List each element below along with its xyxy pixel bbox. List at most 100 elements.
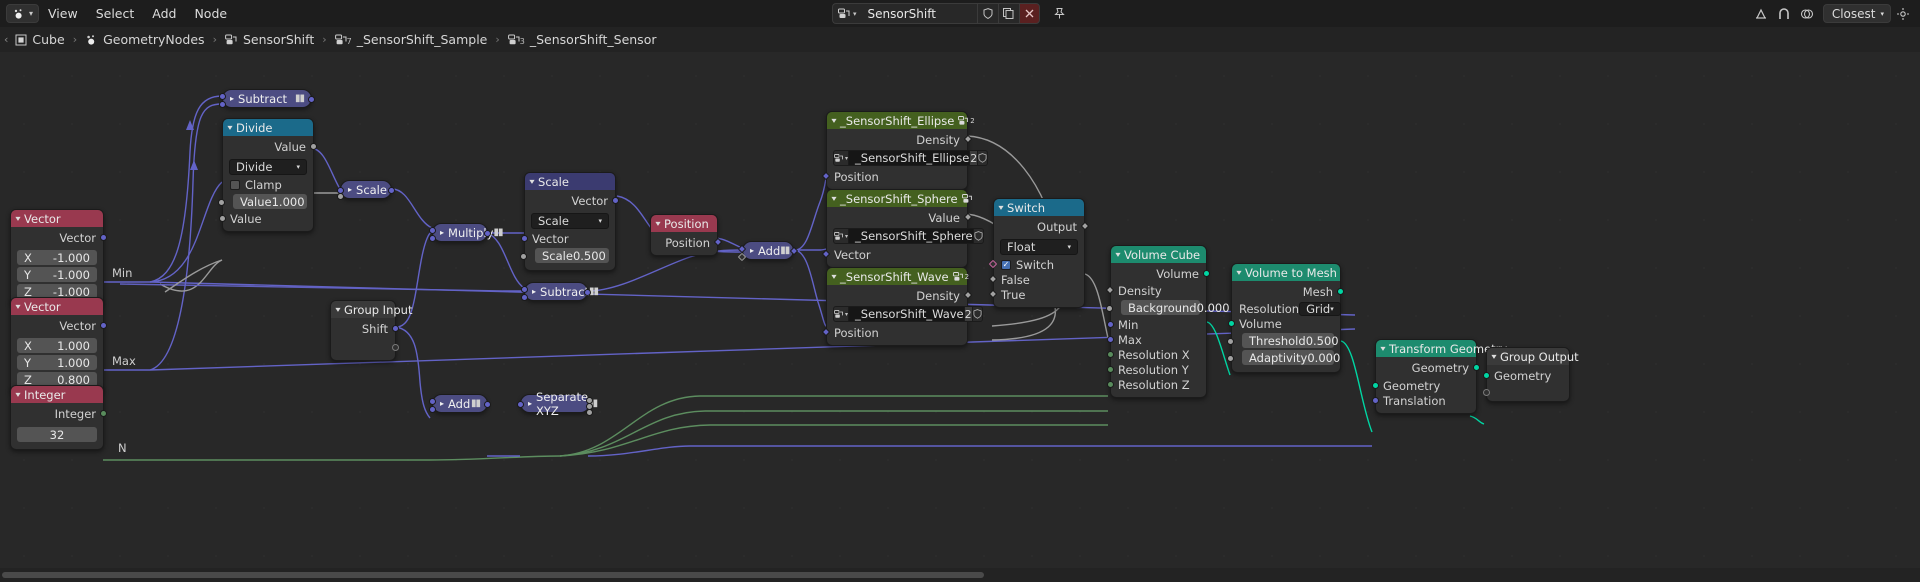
shield-icon[interactable] (978, 150, 989, 166)
chevron-down-icon[interactable]: ▾ (15, 390, 20, 399)
snap-magnet-icon[interactable] (1773, 2, 1796, 25)
unlink-datablock-button[interactable] (1018, 3, 1040, 24)
object-name-field[interactable]: _SensorShift_Ellipse (849, 150, 971, 166)
socket-input-value-1[interactable] (218, 199, 225, 206)
node-scale-vector[interactable]: ▾ Scale Vector Scale ▾ Vector Scale 0.50… (520, 172, 619, 271)
socket-input-b[interactable] (429, 235, 436, 242)
socket-input-b[interactable] (219, 101, 226, 108)
shield-icon[interactable] (972, 306, 983, 322)
resolution-row[interactable]: Resolution Grid ▾ (1232, 301, 1341, 316)
socket-input-adaptivity[interactable] (1227, 355, 1234, 362)
snap-mode-dropdown[interactable]: Closest ▾ (1822, 4, 1891, 23)
chevron-down-icon[interactable]: ▾ (831, 194, 836, 203)
object-name-field[interactable]: _SensorShift_Sphere (849, 228, 974, 244)
node-header[interactable]: ▾ Volume to Mesh (1232, 264, 1340, 281)
node-header[interactable]: ▾ Transform Geometry (1376, 340, 1507, 357)
socket-input-resolution-y[interactable] (1107, 366, 1114, 373)
socket-input-position[interactable] (821, 171, 831, 181)
breadcrumb-item-nodetree[interactable]: SensorShift (225, 32, 314, 47)
socket-input-true[interactable] (988, 289, 998, 299)
node-sensorshift-wave[interactable]: ▾ _SensorShift_Wave 2 Density ▾ _SensorS… (821, 267, 983, 346)
socket-input-geometry[interactable] (1483, 372, 1490, 379)
socket-input-geometry[interactable] (1372, 382, 1379, 389)
switch-checkbox[interactable]: ✓ (1001, 259, 1011, 270)
field-integer-value[interactable]: 32 (17, 427, 97, 442)
node-add-bottom[interactable]: ▸ Add ▮▮ (429, 394, 491, 413)
socket-input-a[interactable] (521, 286, 528, 293)
socket-input-false[interactable] (988, 274, 998, 284)
chevron-down-icon[interactable]: ▾ (1380, 344, 1385, 353)
socket-input-b[interactable] (521, 294, 528, 301)
socket-input-vector[interactable] (821, 249, 831, 259)
chevron-down-icon[interactable]: ▾ (831, 272, 836, 281)
node-canvas[interactable]: Min Max N ▾ Vector Vector X -1.000 Y -1.… (0, 52, 1920, 568)
socket-input-density[interactable] (1105, 285, 1115, 295)
node-sensorshift-ellipse[interactable]: ▾ _SensorShift_Ellipse 2 Density ▾ _Sens… (821, 111, 989, 190)
node-header[interactable]: ▾ _SensorShift_Sphere (827, 190, 972, 207)
socket-output[interactable] (1080, 221, 1090, 231)
socket-input-a[interactable] (219, 93, 226, 100)
node-integer[interactable]: ▾ Integer Integer 32 (10, 385, 107, 450)
socket-output-shift[interactable] (392, 325, 399, 332)
datablock-name-input[interactable]: SensorShift (861, 3, 977, 24)
breadcrumb-back-icon[interactable]: ‹ (4, 33, 8, 46)
clamp-checkbox-row[interactable]: Clamp (223, 177, 313, 192)
overlay-icon[interactable] (1796, 2, 1819, 25)
users-count[interactable]: 2 (964, 306, 973, 322)
editor-type-selector[interactable]: ▾ (6, 4, 40, 23)
resolution-dropdown[interactable]: Grid ▾ (1299, 301, 1341, 316)
browse-nodegroup-icon[interactable]: ▾ (833, 228, 850, 244)
socket-output-integer[interactable] (100, 410, 107, 417)
node-header[interactable]: ▾ Divide (223, 119, 313, 136)
shield-icon[interactable] (973, 228, 984, 244)
socket-input-position[interactable] (821, 327, 831, 337)
field-value-1[interactable]: Value 1.000 (233, 194, 307, 209)
chevron-right-icon[interactable]: ▸ (440, 399, 444, 408)
menu-select[interactable]: Select (87, 0, 144, 27)
options-icon[interactable] (1891, 2, 1914, 25)
socket-output-z[interactable] (586, 409, 593, 416)
socket-input-a[interactable] (429, 398, 436, 405)
chevron-down-icon[interactable]: ▾ (998, 203, 1003, 212)
socket-output-vector[interactable] (612, 197, 619, 204)
node-scale-small[interactable]: ▸ Scale (337, 180, 395, 200)
node-vector-max[interactable]: ▾ Vector Vector X 1.000 Y 1.000 Z 0.800 (10, 297, 107, 395)
socket-output-volume[interactable] (1203, 270, 1210, 277)
field-background[interactable]: Background 0.000 (1121, 300, 1230, 315)
socket-input-threshold[interactable] (1227, 338, 1234, 345)
socket-output[interactable] (308, 96, 315, 103)
socket-input-value-2[interactable] (219, 215, 226, 222)
socket-input-switch[interactable] (988, 259, 998, 269)
object-selector[interactable]: ▾ _SensorShift_Sphere (833, 228, 984, 244)
node-volume-cube[interactable]: ▾ Volume Cube Volume Density Background … (1105, 245, 1230, 398)
node-sensorshift-sphere[interactable]: ▾ _SensorShift_Sphere Value ▾ _SensorShi… (821, 189, 984, 268)
node-header[interactable]: ▾ Scale (525, 173, 615, 190)
node-header[interactable]: ▾ _SensorShift_Wave 2 (827, 268, 969, 285)
socket-output[interactable] (388, 187, 395, 194)
field-y[interactable]: Y 1.000 (17, 355, 97, 370)
fake-user-button[interactable] (976, 3, 998, 24)
chevron-down-icon[interactable]: ▾ (1115, 250, 1120, 259)
node-volume-to-mesh[interactable]: ▾ Volume to Mesh Mesh Resolution Grid ▾ (1227, 263, 1344, 373)
socket-input-virtual[interactable] (1483, 389, 1490, 396)
chevron-right-icon[interactable]: ▸ (440, 228, 444, 237)
object-selector[interactable]: ▾ _SensorShift_Ellipse 2 (833, 150, 989, 166)
socket-input-a[interactable] (429, 227, 436, 234)
browse-nodegroup-icon[interactable]: ▾ (833, 150, 850, 166)
node-header[interactable]: ▾ Group Output (1487, 348, 1579, 365)
field-y[interactable]: Y -1.000 (17, 267, 97, 282)
node-header[interactable]: ▾ Switch (994, 199, 1084, 216)
node-options-icon[interactable]: ▮▮ (493, 227, 503, 238)
new-datablock-button[interactable] (997, 3, 1019, 24)
menu-add[interactable]: Add (143, 0, 185, 27)
node-header[interactable]: ▾ Group Input (331, 301, 412, 318)
proportional-edit-icon[interactable] (1750, 2, 1773, 25)
node-options-icon[interactable]: ▮▮ (295, 93, 305, 104)
breadcrumb-item-modifier[interactable]: GeometryNodes (85, 32, 205, 47)
clamp-checkbox[interactable] (230, 179, 240, 190)
node-transform-geometry[interactable]: ▾ Transform Geometry Geometry Geometry T… (1372, 339, 1507, 414)
node-header[interactable]: ▾ _SensorShift_Ellipse 2 (827, 112, 975, 129)
socket-input-vector[interactable] (521, 235, 528, 242)
chevron-right-icon[interactable]: ▸ (348, 185, 352, 194)
chevron-right-icon[interactable]: ▸ (532, 287, 536, 296)
